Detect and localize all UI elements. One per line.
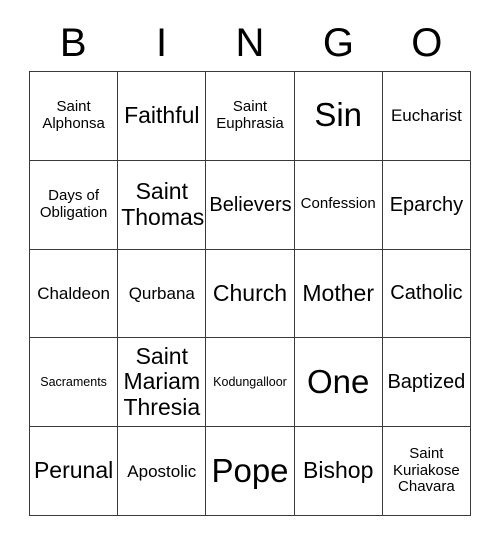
bingo-cell[interactable]: Saint Mariam Thresia: [118, 338, 207, 428]
bingo-card: B I N G O Saint Alphonsa Faithful Saint …: [29, 14, 471, 516]
bingo-cell-label: Saint Euphrasia: [216, 98, 284, 132]
bingo-cell-label: Kodungalloor: [213, 375, 287, 390]
bingo-cell-label: Days of Obligation: [39, 186, 108, 221]
bingo-cell[interactable]: One: [294, 338, 383, 428]
bingo-cell[interactable]: Faithful: [118, 72, 207, 161]
bingo-cell[interactable]: Catholic: [382, 249, 471, 339]
bingo-header-letter-b: B: [59, 20, 87, 65]
bingo-cell[interactable]: Saint Thomas: [118, 160, 207, 250]
bingo-cell-label: Church: [212, 279, 288, 306]
bingo-cell-label: Chaldeon: [37, 283, 110, 303]
bingo-cell[interactable]: Saint Kuriakose Chavara: [382, 427, 471, 516]
bingo-header-letter-n: N: [235, 20, 265, 65]
bingo-cell[interactable]: Qurbana: [118, 249, 207, 339]
bingo-cell-label: Perunal: [33, 457, 114, 484]
bingo-cell[interactable]: Mother: [294, 249, 383, 339]
bingo-cell-label: One: [307, 362, 370, 400]
bingo-cell-label: Faithful: [124, 102, 200, 129]
bingo-cell[interactable]: Sacraments: [30, 338, 119, 428]
bingo-cell-label: Saint Kuriakose Chavara: [393, 444, 460, 496]
bingo-header-letter-o: O: [411, 20, 443, 65]
bingo-cell-label: Saint Thomas: [121, 177, 205, 230]
bingo-cell[interactable]: Sin: [294, 72, 383, 161]
bingo-cell-label: Baptized: [387, 371, 466, 394]
bingo-cell[interactable]: Pope: [206, 427, 295, 516]
bingo-cell[interactable]: Saint Euphrasia: [206, 72, 295, 161]
bingo-cell[interactable]: Chaldeon: [30, 249, 119, 339]
bingo-cell-label: Saint Alphonsa: [42, 98, 105, 132]
bingo-cell-label: Bishop: [303, 457, 374, 484]
bingo-cell[interactable]: Eparchy: [382, 160, 471, 250]
bingo-cell-label: Saint Mariam Thresia: [123, 342, 201, 421]
bingo-cell-label: Eucharist: [390, 106, 462, 126]
bingo-cell[interactable]: Church: [206, 249, 295, 339]
bingo-cell-label: Catholic: [390, 282, 463, 305]
bingo-cell[interactable]: Bishop: [294, 427, 383, 516]
bingo-cell[interactable]: Baptized: [382, 338, 471, 428]
bingo-cell[interactable]: Eucharist: [382, 72, 471, 161]
bingo-cell-label: Qurbana: [128, 283, 195, 303]
bingo-cell-label: Eparchy: [389, 193, 464, 216]
bingo-cell-label: Believers: [209, 193, 292, 216]
bingo-header-letter-i: I: [156, 20, 168, 65]
bingo-cell[interactable]: Confession: [294, 160, 383, 250]
bingo-cell-label: Mother: [302, 279, 374, 306]
bingo-cell[interactable]: Saint Alphonsa: [30, 72, 119, 161]
bingo-cell[interactable]: Apostolic: [118, 427, 207, 516]
bingo-cell-label: Pope: [211, 451, 289, 489]
bingo-cell[interactable]: Kodungalloor: [206, 338, 295, 428]
bingo-cell[interactable]: Days of Obligation: [30, 160, 119, 250]
bingo-cell-label: Confession: [300, 195, 376, 213]
bingo-cell[interactable]: Believers: [206, 160, 295, 250]
bingo-header-letter-g: G: [322, 20, 354, 65]
bingo-grid: Saint Alphonsa Faithful Saint Euphrasia …: [29, 71, 471, 516]
bingo-cell-label: Sin: [314, 96, 363, 134]
bingo-cell[interactable]: Perunal: [30, 427, 119, 516]
bingo-cell-label: Sacraments: [40, 375, 107, 390]
bingo-header-row: B I N G O: [29, 14, 471, 71]
bingo-cell-label: Apostolic: [127, 461, 197, 481]
